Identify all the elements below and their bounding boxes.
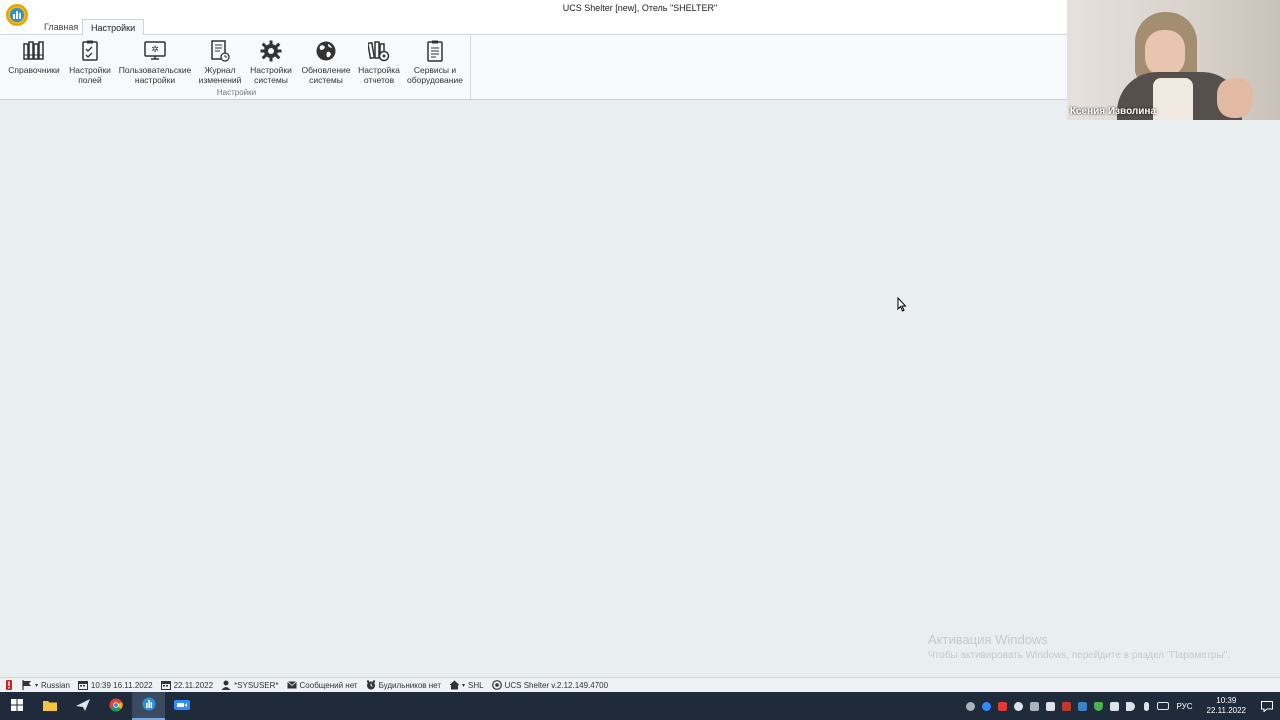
system-settings-button[interactable]: Настройки системы: [249, 39, 293, 85]
status-business-date: 22.11.2022: [160, 680, 213, 690]
windows-taskbar: РУС 10:39 22.11.2022: [0, 692, 1280, 720]
status-system-datetime: 10:39 16.11.2022: [77, 680, 153, 690]
status-bar: ▾ Russian 10:39 16.11.2022 22.11.2022 *S…: [0, 677, 1280, 692]
services-equipment-button[interactable]: Сервисы и оборудование: [406, 39, 464, 85]
start-button[interactable]: [0, 692, 33, 720]
status-alarms[interactable]: Будильников нет: [366, 680, 441, 690]
status-hotel[interactable]: ▾ SHL: [449, 680, 484, 690]
chevron-down-icon: ▾: [35, 682, 39, 689]
tab-settings[interactable]: Настройки: [82, 19, 145, 36]
info-circle-icon: [491, 680, 502, 690]
report-settings-icon: [367, 39, 391, 63]
user-settings-button[interactable]: ✲ Пользовательские настройки: [119, 39, 191, 85]
input-language[interactable]: РУС: [1177, 702, 1193, 711]
mouse-cursor-icon: [897, 296, 907, 314]
gear-icon: [259, 39, 283, 63]
system-update-button[interactable]: Обновление системы: [300, 39, 352, 85]
monitor-settings-icon: ✲: [143, 39, 167, 63]
taskbar-chrome[interactable]: [99, 692, 132, 720]
change-log-button[interactable]: Журнал изменений: [197, 39, 243, 85]
keyboard-icon[interactable]: [1155, 692, 1171, 720]
taskbar-file-explorer[interactable]: [33, 692, 66, 720]
log-icon: [208, 39, 232, 63]
home-icon: [449, 680, 460, 690]
clipboard-icon: [423, 39, 447, 63]
notification-icon[interactable]: [1254, 692, 1280, 720]
windows-logo-icon: [10, 699, 23, 713]
checklist-icon: [78, 39, 102, 63]
system-tray: РУС 10:39 22.11.2022: [963, 692, 1280, 720]
field-settings-button[interactable]: Настройки полей: [68, 39, 112, 85]
skype-icon[interactable]: [963, 692, 979, 720]
app-tray-icon[interactable]: [1027, 692, 1043, 720]
taskbar-ucs-shelter[interactable]: [132, 692, 165, 720]
globe-icon: [314, 39, 338, 63]
taskbar-zoom[interactable]: [165, 692, 198, 720]
chrome-icon: [109, 698, 123, 714]
check-tray-icon[interactable]: [1043, 692, 1059, 720]
participant-name: Ксения Изволина: [1070, 106, 1157, 117]
app-logo[interactable]: [6, 4, 28, 26]
calendar-icon: [160, 680, 171, 690]
alarm-clock-icon: [366, 680, 376, 690]
windows-activation-watermark: Активация Windows Чтобы активировать Win…: [928, 632, 1231, 661]
plane-icon: [75, 699, 90, 713]
chevron-down-icon: ▾: [462, 682, 466, 689]
tray-icon-red[interactable]: [1059, 692, 1075, 720]
report-settings-button[interactable]: Настройка отчетов: [355, 39, 403, 85]
network-icon[interactable]: [1107, 692, 1123, 720]
zoom-tray-icon[interactable]: [979, 692, 995, 720]
video-call-icon: [173, 700, 190, 712]
status-version: UCS Shelter v.2.12.149.4700: [491, 680, 608, 690]
calendar-icon: [77, 680, 88, 690]
folder-icon: [42, 700, 57, 713]
status-language[interactable]: ▾ Russian: [22, 680, 70, 690]
microphone-icon[interactable]: [1139, 692, 1155, 720]
flag-icon: [22, 680, 32, 690]
envelope-icon: [286, 680, 297, 690]
volume-icon[interactable]: [1123, 692, 1139, 720]
chat-icon[interactable]: [1011, 692, 1027, 720]
status-alert[interactable]: [4, 680, 14, 690]
user-icon: [221, 680, 231, 690]
ribbon-group-settings: Справочники Настройки полей ✲ Пользовате…: [2, 35, 471, 99]
status-user[interactable]: *SYSUSER*: [221, 680, 279, 690]
shield-icon[interactable]: [1091, 692, 1107, 720]
taskbar-app[interactable]: [66, 692, 99, 720]
taskbar-clock[interactable]: 10:39 22.11.2022: [1207, 696, 1246, 716]
video-participant-tile: Ксения Изволина: [1067, 0, 1280, 120]
status-messages[interactable]: Сообщений нет: [286, 680, 358, 690]
workspace[interactable]: [0, 100, 1280, 677]
tab-home[interactable]: Главная: [36, 19, 86, 36]
ribbon-group-label: Настройки: [216, 88, 257, 97]
shelter-logo-icon: [142, 697, 156, 713]
svg-text:✲: ✲: [151, 45, 159, 55]
directories-button[interactable]: Справочники: [8, 39, 60, 75]
tray-icon-blue[interactable]: [1075, 692, 1091, 720]
alert-icon: [4, 680, 14, 690]
books-icon: [22, 39, 46, 63]
record-icon[interactable]: [995, 692, 1011, 720]
